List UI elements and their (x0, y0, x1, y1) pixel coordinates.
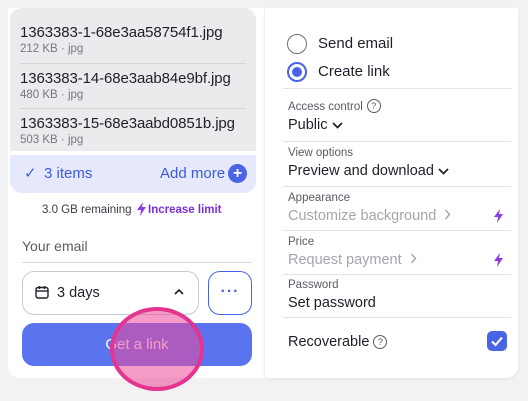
view-options-select[interactable]: View options Preview and download (288, 147, 508, 179)
divider (283, 141, 511, 142)
more-options-button[interactable]: ··· (208, 271, 252, 315)
divider (20, 63, 246, 64)
file-item[interactable]: 1363383-15-68e3aabd0851b.jpg 503 KB · jp… (20, 115, 240, 146)
lightning-icon (494, 253, 503, 267)
create-link-label: Create link (318, 63, 390, 80)
chevron-right-icon (445, 209, 451, 220)
appearance-label: Appearance (288, 192, 351, 204)
lightning-icon (494, 209, 503, 223)
access-control-select[interactable]: Access control? Public (288, 99, 508, 133)
checkmark-icon (491, 336, 503, 347)
send-email-label: Send email (318, 35, 394, 52)
recoverable-label: Recoverable? (288, 334, 388, 350)
email-input[interactable]: Your email (22, 238, 88, 254)
chevron-down-icon (438, 168, 449, 175)
expiry-value: 3 days (57, 285, 100, 301)
storage-remaining: 3.0 GB remaining (42, 204, 132, 216)
file-item[interactable]: 1363383-14-68e3aab84e9bf.jpg 480 KB · jp… (20, 70, 240, 101)
appearance-value: Customize background (288, 208, 508, 224)
help-icon[interactable]: ? (366, 99, 381, 113)
file-name: 1363383-15-68e3aabd0851b.jpg (20, 115, 235, 132)
get-link-button[interactable]: Get a link (22, 323, 252, 366)
chevron-up-icon (174, 288, 184, 295)
recoverable-checkbox[interactable] (487, 331, 507, 351)
radio-button[interactable] (287, 34, 307, 54)
view-options-label: View options (288, 147, 353, 159)
divider (283, 186, 511, 187)
password-label: Password (288, 279, 339, 291)
access-control-label: Access control? (288, 99, 508, 113)
calendar-icon (35, 286, 49, 299)
view-options-value: Preview and download (288, 163, 508, 179)
price-option[interactable]: Price Request payment (288, 236, 508, 268)
divider (20, 108, 246, 109)
chevron-down-icon (331, 122, 343, 129)
file-list: 1363383-1-68e3aa58754f1.jpg 212 KB · jpg… (10, 8, 256, 151)
file-meta: 212 KB · jpg (20, 43, 84, 55)
expiry-select[interactable]: 3 days (22, 271, 199, 315)
password-field[interactable]: Password Set password (288, 279, 508, 311)
plus-icon[interactable]: + (228, 164, 247, 183)
divider (283, 88, 511, 89)
lightning-icon (137, 202, 146, 216)
increase-limit-link[interactable]: Increase limit (148, 204, 222, 216)
file-meta: 480 KB · jpg (20, 89, 84, 101)
checkmark-icon: ✓ (24, 165, 37, 182)
price-value: Request payment (288, 252, 508, 268)
items-summary-bar[interactable]: ✓ 3 items Add more + (10, 155, 256, 193)
divider (283, 230, 511, 231)
file-meta: 503 KB · jpg (20, 134, 84, 146)
access-control-value: Public (288, 117, 508, 133)
help-icon[interactable]: ? (373, 335, 388, 349)
add-more-button[interactable]: Add more (160, 165, 225, 182)
email-underline (22, 262, 252, 263)
password-input[interactable]: Set password (288, 295, 508, 311)
appearance-option[interactable]: Appearance Customize background (288, 192, 508, 224)
divider (283, 274, 511, 275)
radio-button-selected[interactable] (287, 62, 307, 82)
file-name: 1363383-1-68e3aa58754f1.jpg (20, 24, 223, 41)
file-item[interactable]: 1363383-1-68e3aa58754f1.jpg 212 KB · jpg (20, 24, 240, 55)
chevron-right-icon (410, 253, 417, 264)
items-count: 3 items (44, 165, 93, 182)
price-label: Price (288, 236, 315, 248)
divider (283, 317, 511, 318)
file-name: 1363383-14-68e3aab84e9bf.jpg (20, 70, 231, 87)
